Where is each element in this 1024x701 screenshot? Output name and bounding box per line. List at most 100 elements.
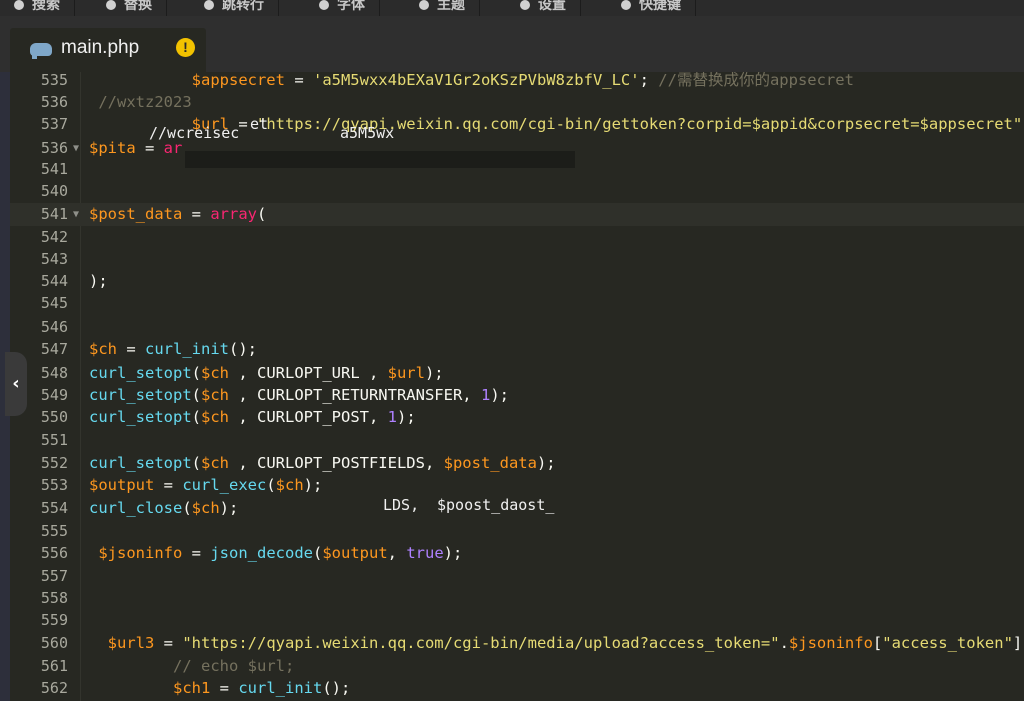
line-number: 552 [40, 454, 68, 472]
code-token: ( [266, 476, 276, 494]
code-line[interactable]: 560 $url3 = "https://qyapi.weixin.qq.com… [10, 632, 1024, 655]
code-line[interactable]: 553 $output = curl_exec($ch); [10, 474, 1024, 497]
code-token: , [387, 544, 407, 562]
code-line[interactable]: 541 ▼ $post_data = array( [10, 203, 1024, 226]
code-line[interactable]: 546 [10, 316, 1024, 339]
code-token: $output [89, 476, 155, 494]
code-token: . [779, 634, 789, 652]
overlay-text: et [250, 115, 269, 133]
font-icon [319, 0, 329, 11]
code-line[interactable]: 559 [10, 609, 1024, 632]
code-token: $output [322, 544, 388, 562]
settings-icon [520, 0, 530, 11]
code-token: ( [191, 408, 201, 426]
fold-arrow-icon[interactable]: ▼ [73, 137, 79, 160]
collapse-panel-button[interactable]: ‹ [5, 352, 27, 416]
line-number: 546 [40, 318, 68, 336]
code-token: curl_exec [182, 476, 267, 494]
code-editor[interactable]: 535 $appsecret = 'a5M5wxx4bEXaV1Gr2oKSzP… [0, 72, 1024, 701]
code-text: $post_data = array( [89, 203, 266, 226]
line-number: 541 [40, 160, 68, 178]
code-line[interactable]: 547 $ch = curl_init(); [10, 338, 1024, 361]
line-number: 545 [40, 294, 68, 312]
toolbar-button-4[interactable]: 主题 [405, 0, 480, 16]
code-text: curl_setopt($ch , CURLOPT_URL , $url); [89, 362, 444, 385]
line-number: 557 [40, 567, 68, 585]
tab-filename: main.php [61, 37, 140, 58]
line-number: 555 [40, 522, 68, 540]
code-token: , CURLOPT_POSTFIELDS, [229, 454, 444, 472]
code-token: = [284, 72, 313, 89]
line-number: 553 [40, 476, 68, 494]
toolbar-button-label: 设置 [538, 0, 566, 12]
php-elephant-icon [30, 43, 52, 59]
code-line[interactable]: 549 curl_setopt($ch , CURLOPT_RETURNTRANS… [10, 384, 1024, 407]
toolbar-button-1[interactable]: 替换 [92, 0, 167, 16]
code-token: = [154, 476, 183, 494]
code-token: ); [424, 364, 444, 382]
code-line[interactable]: 557 [10, 565, 1024, 588]
code-token: $appsecret [191, 72, 285, 89]
code-token: ); [219, 499, 239, 517]
code-line[interactable]: 535 $appsecret = 'a5M5wxx4bEXaV1Gr2oKSzP… [10, 72, 1024, 92]
code-token: //wxtz2023 [98, 93, 192, 111]
code-token: $ch [201, 408, 229, 426]
code-token: $post_data [443, 454, 537, 472]
theme-icon [419, 0, 429, 11]
code-line[interactable]: 536 //wxtz2023 [10, 91, 1024, 114]
search-icon [14, 0, 24, 11]
code-token: ; [639, 72, 659, 89]
code-token: $ch [201, 386, 229, 404]
code-line[interactable]: 551 [10, 429, 1024, 452]
code-line[interactable]: 555 [10, 520, 1024, 543]
code-token: ( [257, 205, 267, 223]
code-line[interactable]: 562 $ch1 = curl_init(); [10, 677, 1024, 700]
code-line[interactable]: 541 [10, 158, 1024, 181]
toolbar-button-0[interactable]: 搜索 [0, 0, 75, 16]
line-number: 558 [40, 589, 68, 607]
overlay-text: $poost_daost_ [437, 496, 555, 514]
toolbar-button-5[interactable]: 设置 [506, 0, 581, 16]
overlay-text: a5M5wx [340, 124, 395, 142]
code-line[interactable]: 561 // echo $url; [10, 655, 1024, 678]
toolbar-button-label: 字体 [337, 0, 365, 12]
line-number: 551 [40, 431, 68, 449]
code-line[interactable]: 552 curl_setopt($ch , CURLOPT_POSTFIELDS,… [10, 452, 1024, 475]
code-line[interactable]: 542 [10, 226, 1024, 249]
goto-line-icon [204, 0, 214, 11]
code-line[interactable]: 540 [10, 180, 1024, 203]
warning-icon[interactable]: ! [176, 38, 195, 57]
code-line[interactable]: 545 [10, 292, 1024, 315]
fold-arrow-icon[interactable]: ▼ [73, 203, 79, 226]
tab-main-php[interactable]: main.php ! [10, 28, 206, 72]
toolbar-button-3[interactable]: 字体 [305, 0, 380, 16]
code-line[interactable]: 556 $jsoninfo = json_decode($output, tru… [10, 542, 1024, 565]
code-token: //需替换成你的appsecret [658, 72, 854, 89]
code-text: curl_setopt($ch , CURLOPT_RETURNTRANSFER… [89, 384, 509, 407]
code-token: curl_setopt [89, 408, 192, 426]
code-text: $url3 = "https://qyapi.weixin.qq.com/cgi… [89, 632, 1023, 655]
code-line[interactable]: 558 [10, 587, 1024, 610]
line-number: 536 [40, 93, 68, 111]
code-token: 'a5M5wxx4bEXaV1Gr2oKSzPVbW8zbfV_LC' [312, 72, 640, 89]
code-token: (); [322, 679, 351, 697]
code-token: ); [443, 544, 463, 562]
line-number: 560 [40, 634, 68, 652]
code-line[interactable]: 544); [10, 270, 1024, 293]
overlay-text: LDS, [383, 496, 420, 514]
code-line[interactable]: 548 curl_setopt($ch , CURLOPT_URL , $url)… [10, 362, 1024, 385]
code-token: = [182, 205, 211, 223]
code-line[interactable]: 543 [10, 248, 1024, 271]
toolbar-button-label: 快捷键 [639, 0, 681, 12]
toolbar-button-2[interactable]: 跳转行 [190, 0, 279, 16]
line-number: 556 [40, 544, 68, 562]
line-number: 543 [40, 250, 68, 268]
code-token: curl_close [89, 499, 183, 517]
code-line[interactable]: 550 curl_setopt($ch , CURLOPT_POST, 1); [10, 406, 1024, 429]
code-token: = [117, 340, 145, 358]
toolbar-button-6[interactable]: 快捷键 [607, 0, 696, 16]
code-token: ( [191, 386, 201, 404]
